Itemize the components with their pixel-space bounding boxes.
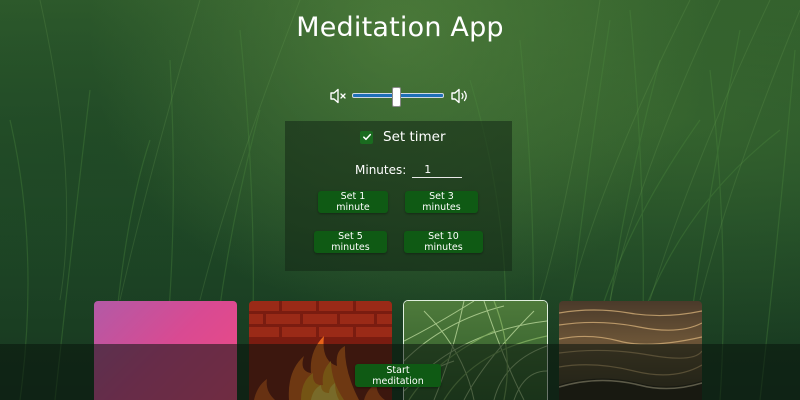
set-3-minutes-button[interactable]: Set 3 minutes: [405, 191, 478, 213]
volume-slider[interactable]: [352, 87, 444, 107]
set-5-minutes-button[interactable]: Set 5 minutes: [314, 231, 387, 253]
set-timer-checkbox[interactable]: [360, 130, 373, 144]
set-timer-toggle[interactable]: Set timer: [360, 127, 446, 147]
page-title: Meditation App: [296, 12, 504, 43]
set-1-minute-button[interactable]: Set 1 minute: [318, 191, 388, 213]
volume-control: [326, 84, 471, 108]
checkmark-icon: [362, 133, 371, 141]
volume-slider-thumb[interactable]: [392, 87, 402, 107]
minutes-input[interactable]: [412, 162, 463, 178]
timer-panel: Set timer Minutes: Set 1 minute Set 3 mi…: [285, 121, 512, 271]
volume-up-icon[interactable]: [450, 86, 470, 106]
minutes-label: Minutes:: [355, 163, 407, 177]
volume-mute-icon[interactable]: [328, 86, 348, 106]
start-meditation-button[interactable]: Start meditation: [355, 364, 441, 387]
set-10-minutes-button[interactable]: Set 10 minutes: [404, 231, 483, 253]
app-stage: Meditation App Set timer Minutes: 1 Set …: [0, 0, 800, 400]
set-timer-label: Set timer: [383, 129, 446, 145]
minutes-row: Minutes:: [355, 161, 463, 179]
